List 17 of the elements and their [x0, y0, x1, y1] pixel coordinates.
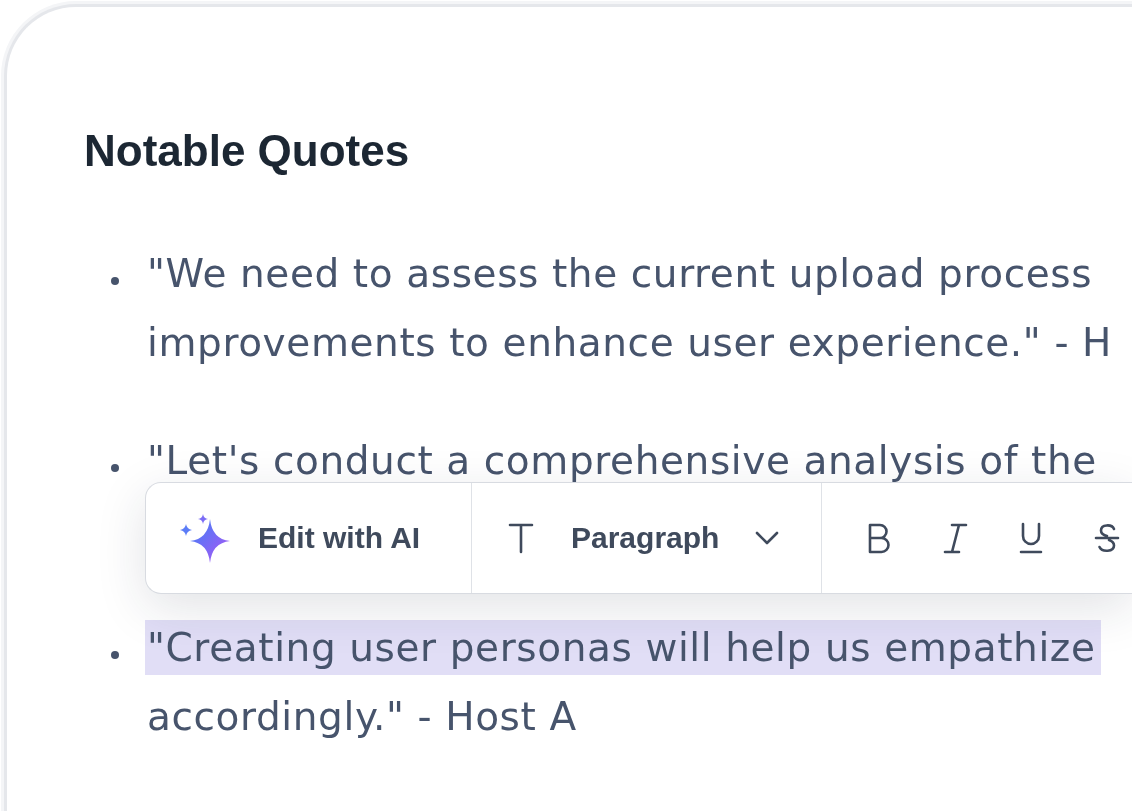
- quote-text: improvements to enhance user experience." - H: [146, 319, 1113, 367]
- bullet-icon: [111, 463, 119, 472]
- bullet-icon: [111, 276, 119, 285]
- sparkle-icon: [180, 513, 230, 563]
- quote-text: "We need to assess the current upload process: [146, 250, 1094, 298]
- section-heading: Notable Quotes: [84, 125, 410, 177]
- quote-text: "Creating user personas will help us empathize: [145, 620, 1102, 675]
- bullet-icon: [111, 650, 119, 659]
- edit-with-ai-button[interactable]: Edit with AI: [180, 513, 421, 563]
- text-icon: [508, 522, 534, 554]
- quote-text: accordingly." - Host A: [146, 693, 578, 741]
- paragraph-dropdown[interactable]: Paragraph: [508, 520, 781, 556]
- strikethrough-icon[interactable]: [1094, 522, 1120, 554]
- underline-icon[interactable]: [1018, 522, 1044, 554]
- italic-icon[interactable]: [942, 522, 968, 554]
- quote-text: "Let's conduct a comprehensive analysis of the: [146, 437, 1098, 485]
- bold-icon[interactable]: [866, 522, 892, 554]
